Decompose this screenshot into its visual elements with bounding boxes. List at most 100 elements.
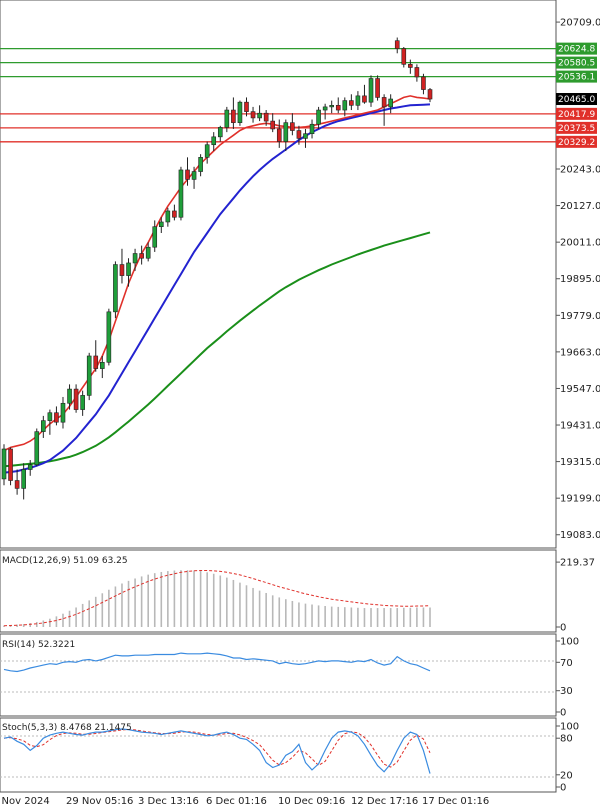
candle	[106, 308, 112, 366]
candle-body	[119, 264, 125, 276]
support-tag-3-label: 20329.2	[558, 138, 595, 148]
candle-body	[237, 101, 243, 123]
candle-body	[349, 100, 354, 106]
candle-body	[178, 169, 184, 218]
candle-body	[224, 109, 230, 128]
y-tick-label: 19083.0	[560, 530, 600, 541]
y-tick-label: 20709.0	[560, 18, 600, 29]
x-axis: 5 Nov 2024 29 Nov 05:16 3 Dec 13:16 6 Dec 0…	[0, 796, 489, 807]
support-tag-1-label: 20417.9	[558, 110, 595, 120]
candle	[375, 75, 380, 101]
candle-body	[139, 253, 144, 259]
candle	[178, 166, 184, 221]
candle-body	[41, 420, 46, 432]
stoch-tick-label: 80	[560, 734, 573, 745]
y-tick-label: 19315.0	[560, 457, 600, 468]
stoch-tick-label: 20	[560, 770, 573, 781]
resistance-tag-1-label: 20624.8	[558, 45, 595, 55]
main-pane-frame	[0, 0, 557, 549]
candle	[401, 46, 407, 68]
price-chart: 20709.0 20243.0 20127.0 20011.0 19895.0 19779…	[0, 0, 600, 807]
rsi-tick-label: 0	[560, 708, 566, 719]
candle-body	[421, 76, 426, 90]
candle-body	[408, 64, 413, 68]
candle-body	[47, 412, 53, 421]
y-tick-label: 20011.0	[560, 238, 600, 249]
x-tick-label: 17 Dec 01:16	[422, 796, 489, 807]
candle-body	[191, 171, 197, 180]
resistance-tag-2-label: 20580.5	[558, 59, 595, 69]
candle-body	[244, 101, 249, 112]
candle-body	[283, 122, 289, 142]
candle-body	[375, 78, 380, 98]
candle-body	[296, 130, 302, 139]
current-price-tag: 20465.0	[556, 93, 597, 106]
candle-body	[165, 210, 171, 223]
candle-body	[211, 136, 217, 146]
support-tag-1: 20417.9	[556, 107, 597, 120]
stoch-pane: Stoch(5,3,3) 8.4768 21.1475 10080 20 0	[0, 717, 579, 794]
y-tick-label: 19199.0	[560, 494, 600, 505]
candle-body	[113, 264, 118, 313]
candle-body	[342, 100, 348, 111]
candle-body	[14, 480, 20, 489]
candle-body	[126, 262, 131, 276]
candle-body	[303, 133, 308, 139]
candle-body	[270, 120, 276, 130]
candle-body	[158, 221, 164, 228]
support-tag-2-label: 20373.5	[558, 124, 595, 134]
macd-tick-label: 219.37	[560, 558, 595, 569]
y-tick-label: 19547.0	[560, 384, 600, 395]
main-pane: 20709.0 20243.0 20127.0 20011.0 19895.0 19779…	[0, 0, 600, 549]
candle-body	[355, 95, 361, 106]
stoch-tick-label: 0	[560, 783, 566, 794]
candle-body	[388, 98, 393, 108]
candle-body	[362, 95, 367, 103]
candle-body	[73, 388, 79, 410]
y-tick-label: 20243.0	[560, 165, 600, 176]
candle-body	[67, 388, 72, 404]
resistance-tag-3-label: 20536.1	[558, 73, 595, 83]
y-tick-label: 19895.0	[560, 274, 600, 285]
candle-body	[250, 111, 256, 119]
candle-body	[329, 105, 334, 108]
candle-body	[368, 78, 374, 103]
candle-body	[100, 361, 105, 369]
x-tick-label: 3 Dec 13:16	[138, 796, 199, 807]
candle-body	[106, 311, 112, 363]
macd-tick-label: 0	[560, 623, 566, 634]
stoch-tick-label: 100	[560, 722, 579, 733]
candle-body	[231, 109, 236, 123]
candle-body	[322, 106, 328, 111]
rsi-tick-label: 30	[560, 686, 573, 697]
candle-body	[316, 109, 321, 125]
candle-body	[381, 97, 387, 108]
candle-body	[290, 122, 295, 131]
candle-body	[257, 112, 262, 119]
candle-body	[185, 169, 190, 180]
y-tick-label: 19779.0	[560, 311, 600, 322]
candle	[8, 447, 13, 486]
candle-body	[60, 402, 66, 423]
candle-body	[263, 112, 269, 122]
rsi-tick-label: 100	[560, 637, 579, 648]
x-tick-label: 29 Nov 05:16	[66, 796, 133, 807]
candle-body	[132, 253, 138, 264]
stoch-label: Stoch(5,3,3) 8.4768 21.1475	[2, 723, 132, 733]
candle	[237, 100, 243, 126]
x-tick-label: 12 Dec 17:16	[351, 796, 418, 807]
resistance-tag-1: 20624.8	[556, 42, 597, 55]
candle-body	[93, 355, 99, 369]
support-tag-3: 20329.2	[556, 135, 597, 148]
support-tag-2: 20373.5	[556, 121, 597, 134]
candle-body	[394, 40, 400, 49]
current-price-tag-label: 20465.0	[558, 95, 595, 105]
candle-body	[335, 105, 341, 111]
candle-body	[198, 157, 203, 172]
candle-body	[217, 127, 223, 138]
candle-body	[86, 355, 92, 396]
x-tick-label: 6 Dec 01:16	[206, 796, 267, 807]
candle-body	[152, 226, 158, 248]
rsi-tick-label: 70	[560, 658, 573, 669]
candle-body	[414, 67, 420, 78]
